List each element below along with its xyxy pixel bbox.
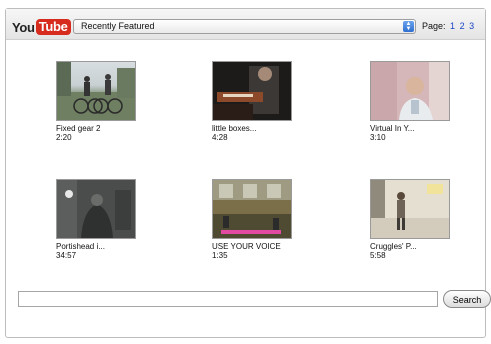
search-button[interactable]: Search xyxy=(443,290,491,308)
youtube-logo[interactable]: You Tube xyxy=(12,18,71,36)
video-tile[interactable]: Fixed gear 2 2:20 xyxy=(56,61,156,142)
logo-tube: Tube xyxy=(35,19,71,35)
page-1[interactable]: 1 xyxy=(450,21,455,31)
cyclists-image xyxy=(57,62,135,120)
video-thumbnail[interactable] xyxy=(370,179,450,239)
video-thumbnail[interactable] xyxy=(212,61,292,121)
video-tile[interactable]: Portishead i... 34:57 xyxy=(56,179,156,260)
video-duration: 34:57 xyxy=(56,251,77,260)
video-title[interactable]: Fixed gear 2 xyxy=(56,124,156,133)
video-thumbnail[interactable] xyxy=(56,179,136,239)
video-tile[interactable]: little boxes... 4:28 xyxy=(212,61,312,142)
video-tile[interactable]: USE YOUR VOICE 1:35 xyxy=(212,179,312,260)
pager: Page: 1 2 3 xyxy=(422,21,474,32)
page-2[interactable]: 2 xyxy=(460,21,465,31)
video-title[interactable]: USE YOUR VOICE xyxy=(212,242,312,251)
page-3[interactable]: 3 xyxy=(469,21,474,31)
video-title[interactable]: Cruggles' P... xyxy=(370,242,470,251)
video-thumbnail[interactable] xyxy=(370,61,450,121)
video-duration: 5:58 xyxy=(370,251,386,260)
video-title[interactable]: Portishead i... xyxy=(56,242,156,251)
video-title[interactable]: Virtual In Y... xyxy=(370,124,470,133)
person-room-image xyxy=(371,180,449,238)
feed-select[interactable]: Recently Featured ▲ ▼ xyxy=(73,19,416,34)
video-title[interactable]: little boxes... xyxy=(212,124,312,133)
search-input[interactable] xyxy=(18,291,438,307)
video-thumbnail[interactable] xyxy=(56,61,136,121)
man-portrait-image xyxy=(371,62,449,120)
logo-you: You xyxy=(12,19,35,35)
widget-header: You Tube Recently Featured ▲ ▼ Page: 1 2 … xyxy=(6,9,485,40)
video-duration: 1:35 xyxy=(212,251,228,260)
video-duration: 2:20 xyxy=(56,133,72,142)
hall-image xyxy=(213,180,291,238)
video-duration: 4:28 xyxy=(212,133,228,142)
concert-image xyxy=(57,180,135,238)
piano-player-image xyxy=(213,62,291,120)
feed-select-value: Recently Featured xyxy=(81,21,155,31)
video-duration: 3:10 xyxy=(370,133,386,142)
video-tile[interactable]: Cruggles' P... 5:58 xyxy=(370,179,470,260)
pager-label: Page: xyxy=(422,21,446,31)
video-tile[interactable]: Virtual In Y... 3:10 xyxy=(370,61,470,142)
youtube-widget: You Tube Recently Featured ▲ ▼ Page: 1 2 … xyxy=(5,8,491,338)
video-thumbnail[interactable] xyxy=(212,179,292,239)
updown-arrows-icon: ▲ ▼ xyxy=(403,21,414,32)
